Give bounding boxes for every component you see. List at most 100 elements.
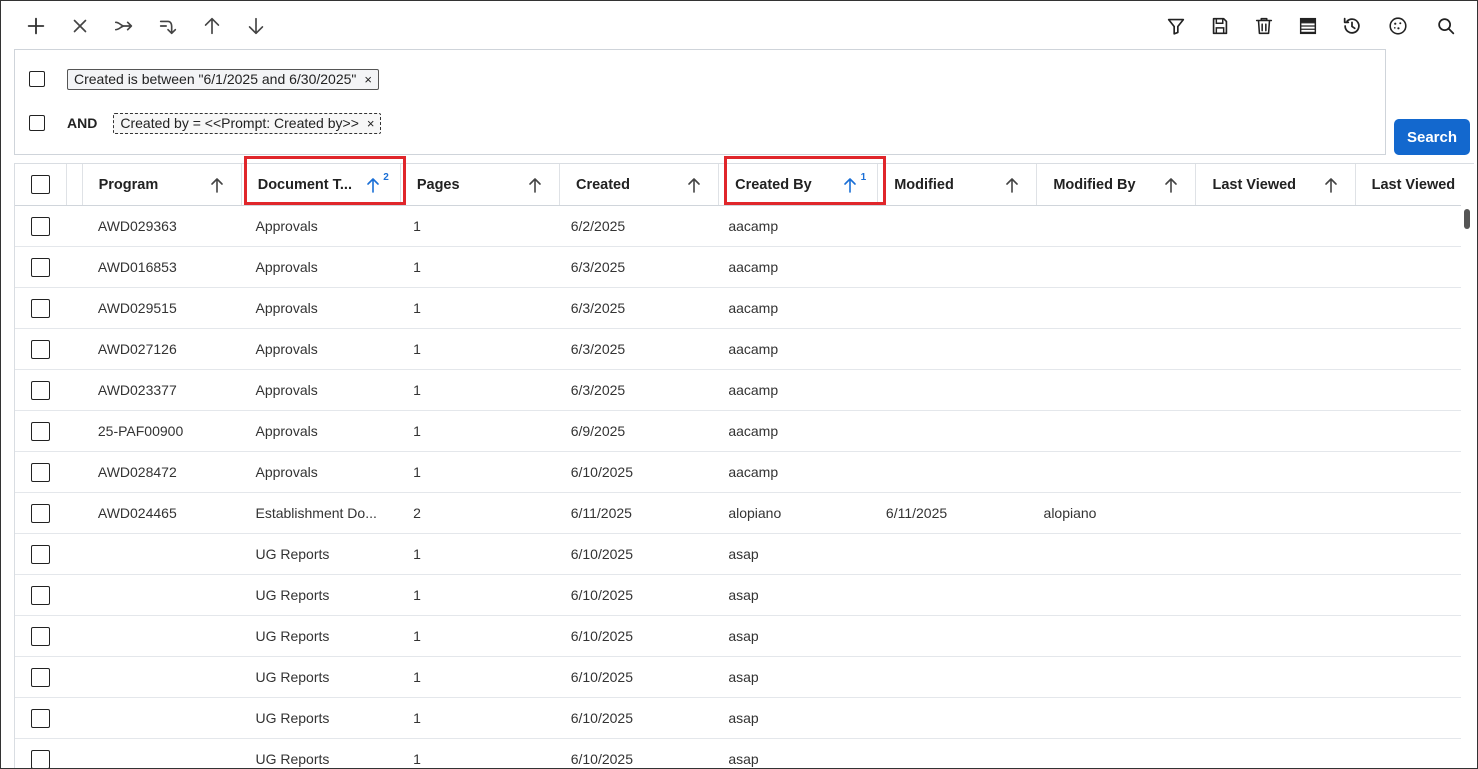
arrow-up-icon[interactable] [199, 13, 225, 39]
table-row[interactable]: AWD029515 Approvals 1 6/3/2025 aacamp [15, 288, 1461, 329]
filter-operator[interactable]: AND [67, 115, 97, 131]
remove-filter-icon[interactable]: × [364, 72, 372, 87]
table-row[interactable]: AWD024465 Establishment Do... 2 6/11/2025 al… [15, 493, 1461, 534]
table-row[interactable]: UG Reports 1 6/10/2025 asap [15, 657, 1461, 698]
sort-arrow-up-icon[interactable] [209, 176, 225, 194]
row-select-cell [15, 206, 66, 246]
sort-arrow-up-icon[interactable] [1004, 176, 1020, 194]
table-row[interactable]: AWD028472 Approvals 1 6/10/2025 aacamp [15, 452, 1461, 493]
row-checkbox[interactable] [31, 667, 51, 687]
column-header-program[interactable]: Program [83, 164, 242, 205]
row-checkbox[interactable] [31, 421, 51, 441]
columns-icon[interactable] [1295, 13, 1321, 39]
sort-arrow-up-icon[interactable] [1323, 176, 1339, 194]
row-spacer [66, 247, 82, 287]
select-all-checkbox[interactable] [30, 175, 50, 194]
row-checkbox[interactable] [31, 585, 51, 605]
row-checkbox[interactable] [31, 257, 51, 277]
delete-icon[interactable] [1251, 13, 1277, 39]
sort-arrow-up-icon[interactable] [686, 176, 702, 194]
column-header-modified[interactable]: Modified [878, 164, 1038, 205]
table-row[interactable]: AWD023377 Approvals 1 6/3/2025 aacamp [15, 370, 1461, 411]
table-row[interactable]: UG Reports 1 6/10/2025 asap [15, 698, 1461, 739]
cell-pages: 1 [413, 464, 421, 480]
column-header-pages[interactable]: Pages [401, 164, 560, 205]
cell-last-viewed [1185, 370, 1343, 410]
search-icon[interactable] [1433, 13, 1459, 39]
sort-arrow-up-icon[interactable] [365, 176, 381, 194]
row-checkbox[interactable] [31, 462, 51, 482]
cell-doc-type: UG Reports [255, 669, 330, 685]
results-grid: Program Document T... 2 Pages Created Created… [14, 163, 1474, 768]
row-checkbox[interactable] [31, 708, 51, 728]
row-checkbox[interactable] [31, 216, 51, 236]
history-icon[interactable] [1339, 13, 1365, 39]
cell-modified [870, 247, 1028, 287]
cell-last-viewed [1185, 698, 1343, 738]
cell-created-by: alopiano [728, 505, 782, 521]
column-header-modified-by[interactable]: Modified By [1037, 164, 1197, 205]
vertical-scrollbar[interactable] [1461, 205, 1474, 768]
column-header-last-viewed[interactable]: Last Viewed [1196, 164, 1356, 205]
sort-arrow-up-icon[interactable] [1163, 176, 1179, 194]
table-row[interactable]: AWD027126 Approvals 1 6/3/2025 aacamp [15, 329, 1461, 370]
cell-created-by: aacamp [728, 341, 779, 357]
cell-modified [870, 329, 1028, 369]
row-select-cell [15, 329, 66, 369]
cell-program [82, 739, 240, 768]
cell-modified [870, 534, 1028, 574]
filter-chip[interactable]: Created is between "6/1/2025 and 6/30/20… [67, 68, 379, 90]
table-row[interactable]: 25-PAF00900 Approvals 1 6/9/2025 aacamp [15, 411, 1461, 452]
cell-last-viewed-2 [1343, 616, 1461, 656]
row-checkbox[interactable] [31, 626, 51, 646]
reorder-icon[interactable] [155, 13, 181, 39]
cell-created-by: asap [728, 751, 759, 767]
close-icon[interactable] [67, 13, 93, 39]
filter-row-checkbox[interactable] [29, 71, 45, 87]
row-checkbox[interactable] [31, 339, 51, 359]
cell-modified-by [1028, 575, 1186, 615]
sort-arrow-up-icon[interactable] [842, 176, 858, 194]
row-checkbox[interactable] [31, 380, 51, 400]
arrow-down-icon[interactable] [243, 13, 269, 39]
row-checkbox[interactable] [31, 544, 51, 564]
cell-created: 6/11/2025 [570, 505, 632, 521]
search-button[interactable]: Search [1394, 119, 1470, 155]
scrollbar-thumb[interactable] [1464, 209, 1470, 229]
grid-body: AWD029363 Approvals 1 6/2/2025 aacamp AWD0168… [15, 206, 1461, 768]
cell-program: AWD029515 [97, 300, 177, 316]
cell-modified-by [1028, 657, 1186, 697]
row-checkbox[interactable] [31, 503, 51, 523]
sort-arrow-up-icon[interactable] [527, 176, 543, 194]
column-header-last-viewed-2[interactable]: Last Viewed [1356, 164, 1474, 205]
column-header-created[interactable]: Created [560, 164, 720, 205]
merge-icon[interactable] [111, 13, 137, 39]
row-spacer [66, 452, 82, 492]
cell-doc-type: Approvals [255, 341, 318, 357]
cell-doc-type: Establishment Do... [255, 505, 377, 521]
add-icon[interactable] [23, 13, 49, 39]
column-header-label: Last Viewed [1371, 176, 1456, 193]
table-row[interactable]: UG Reports 1 6/10/2025 asap [15, 739, 1461, 768]
cell-doc-type: Approvals [255, 259, 318, 275]
filter-chip-prompt[interactable]: Created by = <<Prompt: Created by>> × [113, 112, 382, 134]
table-row[interactable]: UG Reports 1 6/10/2025 asap [15, 575, 1461, 616]
table-row[interactable]: AWD029363 Approvals 1 6/2/2025 aacamp [15, 206, 1461, 247]
filter-icon[interactable] [1163, 13, 1189, 39]
row-checkbox[interactable] [31, 298, 51, 318]
cell-created: 6/9/2025 [570, 423, 626, 439]
row-select-cell [15, 452, 66, 492]
remove-filter-icon[interactable]: × [367, 116, 375, 131]
table-row[interactable]: UG Reports 1 6/10/2025 asap [15, 534, 1461, 575]
cookie-icon[interactable] [1385, 13, 1411, 39]
table-row[interactable]: AWD016853 Approvals 1 6/3/2025 aacamp [15, 247, 1461, 288]
filter-row-checkbox[interactable] [29, 115, 45, 131]
row-checkbox[interactable] [31, 749, 51, 768]
column-header-doc-type[interactable]: Document T... 2 [242, 164, 401, 205]
row-spacer [66, 739, 82, 768]
cell-program: 25-PAF00900 [97, 423, 184, 439]
cell-modified [870, 206, 1028, 246]
column-header-created-by[interactable]: Created By 1 [719, 164, 879, 205]
save-icon[interactable] [1207, 13, 1233, 39]
table-row[interactable]: UG Reports 1 6/10/2025 asap [15, 616, 1461, 657]
